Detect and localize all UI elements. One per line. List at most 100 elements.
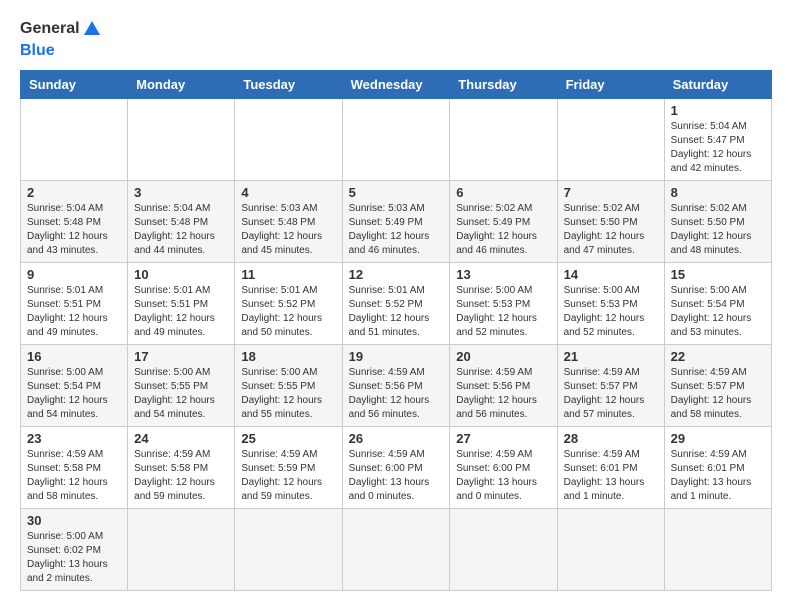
day-number: 9 <box>27 267 121 282</box>
calendar-cell: 9 Sunrise: 5:01 AM Sunset: 5:51 PM Daylig… <box>21 263 128 345</box>
calendar-cell: 22Sunrise: 4:59 AM Sunset: 5:57 PM Dayli… <box>664 345 771 427</box>
day-info: Sunrise: 4:59 AM Sunset: 5:57 PM Dayligh… <box>564 366 658 422</box>
weekday-header-thursday: Thursday <box>450 71 557 99</box>
calendar-week-row: 1 Sunrise: 5:04 AM Sunset: 5:47 PM Daylig… <box>21 99 772 181</box>
day-info: Sunrise: 4:59 AM Sunset: 5:58 PM Dayligh… <box>134 448 228 504</box>
logo-wrap: General <box>20 20 100 38</box>
logo-general-text: General <box>20 20 80 38</box>
logo: General Blue <box>20 20 100 60</box>
day-number: 13 <box>456 267 550 282</box>
calendar-week-row: 23 Sunrise: 4:59 AM Sunset: 5:58 PM Dayli… <box>21 427 772 509</box>
day-info: Sunrise: 5:03 AM Sunset: 5:48 PM Dayligh… <box>241 202 335 258</box>
calendar-cell: 16Sunrise: 5:00 AM Sunset: 5:54 PM Dayli… <box>21 345 128 427</box>
day-number: 7 <box>564 185 658 200</box>
day-info: Sunrise: 5:01 AM Sunset: 5:52 PM Dayligh… <box>349 284 444 340</box>
calendar-week-row: 30Sunrise: 5:00 AM Sunset: 6:02 PM Dayli… <box>21 509 772 591</box>
day-number: 27 <box>456 431 550 446</box>
calendar-cell: 27 Sunrise: 4:59 AM Sunset: 6:00 PM Dayli… <box>450 427 557 509</box>
calendar-cell: 26 Sunrise: 4:59 AM Sunset: 6:00 PM Dayli… <box>342 427 450 509</box>
day-info: Sunrise: 4:59 AM Sunset: 6:00 PM Dayligh… <box>456 448 550 504</box>
day-info: Sunrise: 5:04 AM Sunset: 5:48 PM Dayligh… <box>134 202 228 258</box>
day-info: Sunrise: 5:00 AM Sunset: 6:02 PM Dayligh… <box>27 530 121 586</box>
day-info: Sunrise: 5:01 AM Sunset: 5:51 PM Dayligh… <box>134 284 228 340</box>
day-number: 20 <box>456 349 550 364</box>
day-number: 29 <box>671 431 765 446</box>
calendar-cell <box>128 509 235 591</box>
calendar-cell: 19 Sunrise: 4:59 AM Sunset: 5:56 PM Dayli… <box>342 345 450 427</box>
day-info: Sunrise: 5:03 AM Sunset: 5:49 PM Dayligh… <box>349 202 444 258</box>
calendar-cell <box>664 509 771 591</box>
calendar-cell <box>557 509 664 591</box>
calendar-cell <box>450 99 557 181</box>
day-info: Sunrise: 5:04 AM Sunset: 5:48 PM Dayligh… <box>27 202 121 258</box>
header: General Blue <box>20 20 772 60</box>
calendar-cell <box>128 99 235 181</box>
weekday-header-wednesday: Wednesday <box>342 71 450 99</box>
day-info: Sunrise: 4:59 AM Sunset: 6:00 PM Dayligh… <box>349 448 444 504</box>
day-info: Sunrise: 4:59 AM Sunset: 5:57 PM Dayligh… <box>671 366 765 422</box>
day-info: Sunrise: 4:59 AM Sunset: 5:59 PM Dayligh… <box>241 448 335 504</box>
calendar-cell: 12 Sunrise: 5:01 AM Sunset: 5:52 PM Dayli… <box>342 263 450 345</box>
calendar-cell <box>450 509 557 591</box>
day-number: 24 <box>134 431 228 446</box>
calendar-cell: 30Sunrise: 5:00 AM Sunset: 6:02 PM Dayli… <box>21 509 128 591</box>
day-number: 3 <box>134 185 228 200</box>
weekday-header-tuesday: Tuesday <box>235 71 342 99</box>
calendar-cell: 4 Sunrise: 5:03 AM Sunset: 5:48 PM Daylig… <box>235 181 342 263</box>
calendar-cell: 23 Sunrise: 4:59 AM Sunset: 5:58 PM Dayli… <box>21 427 128 509</box>
day-number: 12 <box>349 267 444 282</box>
day-number: 1 <box>671 103 765 118</box>
calendar-cell <box>342 99 450 181</box>
calendar-cell: 1 Sunrise: 5:04 AM Sunset: 5:47 PM Daylig… <box>664 99 771 181</box>
day-info: Sunrise: 4:59 AM Sunset: 5:56 PM Dayligh… <box>349 366 444 422</box>
calendar-week-row: 9 Sunrise: 5:01 AM Sunset: 5:51 PM Daylig… <box>21 263 772 345</box>
calendar-cell: 5Sunrise: 5:03 AM Sunset: 5:49 PM Daylig… <box>342 181 450 263</box>
day-number: 17 <box>134 349 228 364</box>
day-info: Sunrise: 5:00 AM Sunset: 5:55 PM Dayligh… <box>241 366 335 422</box>
calendar-cell: 18 Sunrise: 5:00 AM Sunset: 5:55 PM Dayli… <box>235 345 342 427</box>
day-info: Sunrise: 5:00 AM Sunset: 5:55 PM Dayligh… <box>134 366 228 422</box>
day-number: 10 <box>134 267 228 282</box>
day-number: 2 <box>27 185 121 200</box>
day-number: 15 <box>671 267 765 282</box>
day-number: 19 <box>349 349 444 364</box>
calendar-cell: 10 Sunrise: 5:01 AM Sunset: 5:51 PM Dayli… <box>128 263 235 345</box>
day-info: Sunrise: 5:02 AM Sunset: 5:50 PM Dayligh… <box>671 202 765 258</box>
day-number: 11 <box>241 267 335 282</box>
day-info: Sunrise: 4:59 AM Sunset: 5:58 PM Dayligh… <box>27 448 121 504</box>
calendar-cell <box>342 509 450 591</box>
calendar-cell <box>235 509 342 591</box>
calendar-cell: 11 Sunrise: 5:01 AM Sunset: 5:52 PM Dayli… <box>235 263 342 345</box>
calendar-cell: 29 Sunrise: 4:59 AM Sunset: 6:01 PM Dayli… <box>664 427 771 509</box>
day-info: Sunrise: 5:04 AM Sunset: 5:47 PM Dayligh… <box>671 120 765 176</box>
day-info: Sunrise: 4:59 AM Sunset: 6:01 PM Dayligh… <box>671 448 765 504</box>
calendar-cell: 24 Sunrise: 4:59 AM Sunset: 5:58 PM Dayli… <box>128 427 235 509</box>
calendar-week-row: 16Sunrise: 5:00 AM Sunset: 5:54 PM Dayli… <box>21 345 772 427</box>
day-info: Sunrise: 5:01 AM Sunset: 5:52 PM Dayligh… <box>241 284 335 340</box>
calendar-cell: 6Sunrise: 5:02 AM Sunset: 5:49 PM Daylig… <box>450 181 557 263</box>
weekday-header-saturday: Saturday <box>664 71 771 99</box>
day-info: Sunrise: 5:00 AM Sunset: 5:53 PM Dayligh… <box>564 284 658 340</box>
day-info: Sunrise: 5:02 AM Sunset: 5:50 PM Dayligh… <box>564 202 658 258</box>
day-info: Sunrise: 5:01 AM Sunset: 5:51 PM Dayligh… <box>27 284 121 340</box>
day-info: Sunrise: 5:00 AM Sunset: 5:54 PM Dayligh… <box>27 366 121 422</box>
calendar-cell: 2 Sunrise: 5:04 AM Sunset: 5:48 PM Daylig… <box>21 181 128 263</box>
day-number: 21 <box>564 349 658 364</box>
calendar-week-row: 2 Sunrise: 5:04 AM Sunset: 5:48 PM Daylig… <box>21 181 772 263</box>
calendar-cell: 25 Sunrise: 4:59 AM Sunset: 5:59 PM Dayli… <box>235 427 342 509</box>
day-number: 25 <box>241 431 335 446</box>
calendar-cell <box>21 99 128 181</box>
day-number: 6 <box>456 185 550 200</box>
day-number: 8 <box>671 185 765 200</box>
calendar-cell: 21 Sunrise: 4:59 AM Sunset: 5:57 PM Dayli… <box>557 345 664 427</box>
calendar-cell: 7 Sunrise: 5:02 AM Sunset: 5:50 PM Daylig… <box>557 181 664 263</box>
day-number: 18 <box>241 349 335 364</box>
calendar-cell: 15Sunrise: 5:00 AM Sunset: 5:54 PM Dayli… <box>664 263 771 345</box>
day-info: Sunrise: 4:59 AM Sunset: 5:56 PM Dayligh… <box>456 366 550 422</box>
weekday-header-sunday: Sunday <box>21 71 128 99</box>
day-number: 23 <box>27 431 121 446</box>
calendar-cell <box>235 99 342 181</box>
day-number: 4 <box>241 185 335 200</box>
calendar-cell: 17 Sunrise: 5:00 AM Sunset: 5:55 PM Dayli… <box>128 345 235 427</box>
day-number: 26 <box>349 431 444 446</box>
